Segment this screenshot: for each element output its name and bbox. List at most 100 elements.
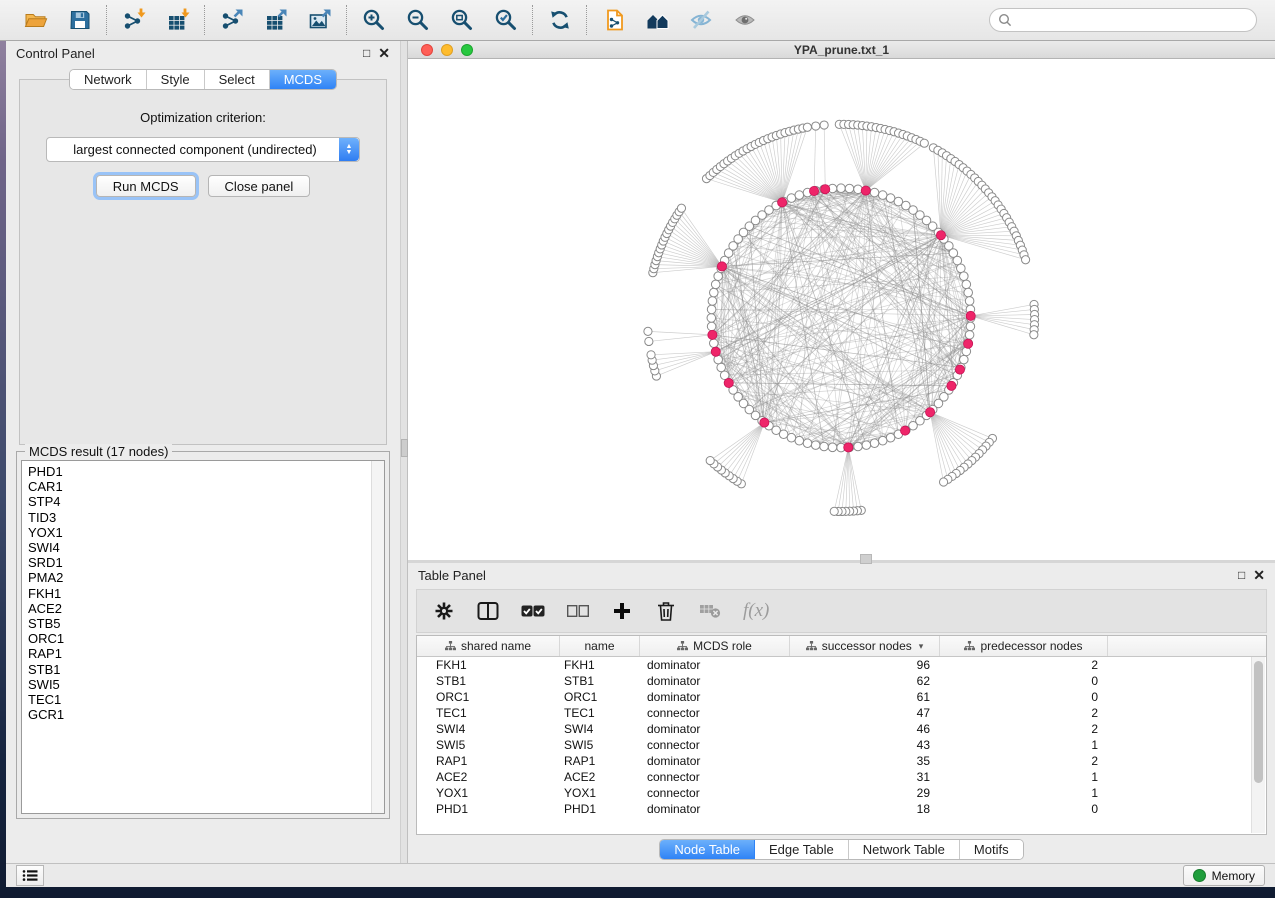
table-row[interactable]: PHD1PHD1dominator180 — [417, 801, 1266, 817]
table-row[interactable]: SWI4SWI4dominator462 — [417, 721, 1266, 737]
table-tabs: Node TableEdge TableNetwork TableMotifs — [408, 835, 1275, 863]
node-table: shared namenameMCDS rolesuccessor nodes▾… — [416, 635, 1267, 835]
column-type-icon — [677, 641, 688, 651]
close-panel-icon[interactable]: ✕ — [1253, 568, 1265, 582]
tab-select[interactable]: Select — [205, 70, 270, 89]
memory-button[interactable]: Memory — [1183, 865, 1265, 886]
export-image-icon[interactable] — [307, 7, 333, 33]
refresh-icon[interactable] — [547, 7, 573, 33]
gear-icon[interactable] — [433, 599, 455, 623]
tab-mcds[interactable]: MCDS — [270, 70, 336, 89]
control-panel-tabs: NetworkStyleSelectMCDS — [6, 69, 400, 90]
select-all-icon[interactable] — [521, 599, 545, 623]
splitter-grip[interactable] — [860, 554, 872, 564]
column-header-shared-name[interactable]: shared name — [417, 636, 560, 656]
scrollbar-thumb[interactable] — [1254, 661, 1263, 783]
table-row[interactable]: TEC1TEC1connector472 — [417, 705, 1266, 721]
tab-network-table[interactable]: Network Table — [849, 840, 960, 859]
mcds-result-item: GCR1 — [28, 707, 384, 722]
split-view-icon[interactable] — [477, 599, 499, 623]
table-scrollbar[interactable] — [1251, 657, 1265, 833]
horizontal-splitter[interactable] — [408, 560, 1275, 563]
tab-edge-table[interactable]: Edge Table — [755, 840, 849, 859]
float-panel-icon[interactable]: □ — [363, 47, 370, 59]
add-column-icon[interactable] — [611, 599, 633, 623]
search-icon — [998, 13, 1012, 27]
save-session-icon[interactable] — [67, 7, 93, 33]
column-header-predecessor-nodes[interactable]: predecessor nodes — [940, 636, 1108, 656]
mcds-result-item: STB5 — [28, 616, 384, 631]
criterion-label: Optimization criterion: — [20, 110, 386, 125]
table-row[interactable]: RAP1RAP1dominator352 — [417, 753, 1266, 769]
mcds-result-item: PMA2 — [28, 570, 384, 585]
criterion-dropdown[interactable]: largest connected component (undirected)… — [46, 137, 360, 162]
zoom-in-icon[interactable] — [361, 7, 387, 33]
table-header: shared namenameMCDS rolesuccessor nodes▾… — [417, 636, 1266, 657]
log-console-button[interactable] — [16, 865, 44, 886]
table-row[interactable]: SWI5SWI5connector431 — [417, 737, 1266, 753]
function-icon: f(x) — [743, 599, 769, 623]
show-all-icon[interactable] — [733, 7, 759, 33]
network-graph[interactable] — [408, 59, 1275, 560]
column-header-MCDS-role[interactable]: MCDS role — [640, 636, 790, 656]
close-panel-button[interactable]: Close panel — [208, 175, 311, 197]
status-bar: Memory — [6, 863, 1275, 887]
deselect-all-icon[interactable] — [567, 599, 589, 623]
first-neighbors-icon[interactable] — [645, 7, 671, 33]
vertical-splitter[interactable] — [400, 41, 408, 863]
mcds-result-item: SWI4 — [28, 540, 384, 555]
mcds-result-item: STP4 — [28, 494, 384, 509]
network-window-titlebar[interactable]: YPA_prune.txt_1 — [408, 41, 1275, 59]
tab-motifs[interactable]: Motifs — [960, 840, 1023, 859]
table-row[interactable]: YOX1YOX1connector291 — [417, 785, 1266, 801]
table-panel: Table Panel □ ✕ f(x) shared namenameMCDS… — [408, 563, 1275, 863]
run-mcds-button[interactable]: Run MCDS — [96, 175, 196, 197]
hide-selected-icon[interactable] — [689, 7, 715, 33]
column-header-successor-nodes[interactable]: successor nodes▾ — [790, 636, 940, 656]
import-network-icon[interactable] — [121, 7, 147, 33]
column-type-icon — [806, 641, 817, 651]
table-row[interactable]: STB1STB1dominator620 — [417, 673, 1266, 689]
open-file-icon[interactable] — [23, 7, 49, 33]
table-panel-title: Table Panel — [418, 568, 486, 583]
mcds-result-item: PHD1 — [28, 464, 384, 479]
column-header-name[interactable]: name — [560, 636, 640, 656]
network-file-icon[interactable] — [601, 7, 627, 33]
zoom-selected-icon[interactable] — [493, 7, 519, 33]
mcds-result-item: RAP1 — [28, 646, 384, 661]
tab-node-table[interactable]: Node Table — [660, 840, 755, 859]
memory-label: Memory — [1212, 869, 1255, 883]
delete-table-icon — [699, 599, 721, 623]
mcds-result-item: TEC1 — [28, 692, 384, 707]
tab-style[interactable]: Style — [147, 70, 205, 89]
export-network-icon[interactable] — [219, 7, 245, 33]
mcds-result-group: MCDS result (17 nodes) PHD1CAR1STP4TID3Y… — [16, 451, 390, 819]
mcds-result-item: ORC1 — [28, 631, 384, 646]
import-table-icon[interactable] — [165, 7, 191, 33]
table-row[interactable]: ORC1ORC1dominator610 — [417, 689, 1266, 705]
close-panel-icon[interactable]: ✕ — [378, 46, 390, 60]
mcds-result-item: SRD1 — [28, 555, 384, 570]
search-input[interactable] — [989, 8, 1257, 32]
network-canvas[interactable] — [408, 59, 1275, 560]
float-panel-icon[interactable]: □ — [1238, 569, 1245, 581]
zoom-fit-icon[interactable] — [449, 7, 475, 33]
zoom-out-icon[interactable] — [405, 7, 431, 33]
criterion-value: largest connected component (undirected) — [47, 142, 339, 157]
export-table-icon[interactable] — [263, 7, 289, 33]
mcds-result-item: SWI5 — [28, 677, 384, 692]
mcds-list-scrollbar[interactable] — [371, 461, 384, 813]
delete-column-icon[interactable] — [655, 599, 677, 623]
mcds-panel: Optimization criterion: largest connecte… — [19, 79, 387, 445]
table-row[interactable]: ACE2ACE2connector311 — [417, 769, 1266, 785]
splitter-grip[interactable] — [401, 439, 408, 457]
table-row[interactable]: FKH1FKH1dominator962 — [417, 657, 1266, 673]
network-window: YPA_prune.txt_1 — [408, 41, 1275, 560]
mcds-result-item: YOX1 — [28, 525, 384, 540]
tab-network[interactable]: Network — [70, 70, 147, 89]
mcds-result-item: FKH1 — [28, 586, 384, 601]
mcds-result-item: CAR1 — [28, 479, 384, 494]
column-type-icon — [445, 641, 456, 651]
dropdown-stepper-icon: ▲▼ — [339, 138, 359, 161]
mcds-result-list[interactable]: PHD1CAR1STP4TID3YOX1SWI4SRD1PMA2FKH1ACE2… — [21, 460, 385, 814]
